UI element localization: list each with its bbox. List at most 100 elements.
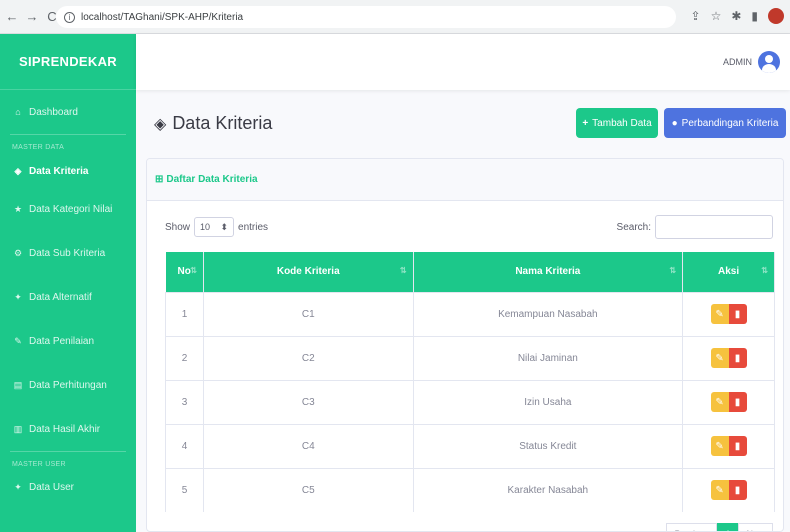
- home-icon: ⌂: [15, 107, 21, 117]
- add-data-button[interactable]: + Tambah Data: [576, 108, 658, 138]
- entries-select[interactable]: 10 ⬍: [194, 217, 235, 237]
- delete-icon[interactable]: ▮: [728, 304, 747, 324]
- back-icon[interactable]: ←: [4, 9, 20, 24]
- cog-icon: ⚙: [13, 247, 23, 258]
- edit-icon[interactable]: ✎: [710, 348, 729, 368]
- edit-icon[interactable]: ✎: [710, 480, 729, 501]
- column-header-label: Aksi: [717, 266, 740, 278]
- table-row: 1 C1 Kemampuan Nasabah ✎ ▮: [165, 291, 775, 336]
- sidebar: SIPRENDEKAR ⌂ Dashboard MASTER DATA ◈ Da…: [0, 34, 136, 532]
- address-bar[interactable]: i localhost/TAGhani/SPK-AHP/Kriteria: [56, 6, 676, 28]
- column-header-aksi[interactable]: Aksi ⇅: [682, 252, 775, 292]
- cell-no: 3: [165, 379, 204, 424]
- card-header: ⊞ Daftar Data Kriteria: [147, 159, 783, 201]
- edit-icon[interactable]: ✎: [710, 436, 729, 456]
- cube-icon: ◈: [154, 115, 167, 133]
- page-title-text: Data Kriteria: [172, 113, 273, 133]
- browser-toolbar: ← → C i localhost/TAGhani/SPK-AHP/Kriter…: [0, 0, 790, 34]
- user-avatar-icon[interactable]: [758, 51, 780, 73]
- table-row: 3 C3 Izin Usaha ✎ ▮: [165, 379, 775, 424]
- sort-icon: ⇅: [399, 266, 407, 275]
- cell-kode: C4: [203, 423, 414, 468]
- sidebar-divider: [10, 134, 126, 135]
- sidebar-divider: [10, 451, 126, 452]
- sidebar-item-dashboard[interactable]: ⌂ Dashboard: [0, 90, 136, 134]
- pagination-page[interactable]: 1: [717, 523, 739, 531]
- sidebar-item-label: Data Sub Kriteria: [29, 247, 106, 259]
- delete-icon[interactable]: ▮: [728, 392, 747, 412]
- profile-avatar[interactable]: [768, 8, 784, 24]
- cell-kode: C5: [203, 467, 414, 512]
- bookmark-star-icon[interactable]: ☆: [711, 9, 722, 23]
- compare-criteria-button[interactable]: ● Perbandingan Kriteria: [664, 108, 786, 138]
- user-name[interactable]: ADMIN: [723, 57, 752, 67]
- entries-control: Show 10 ⬍ entries: [165, 217, 268, 237]
- share-icon[interactable]: ⇪: [691, 9, 701, 23]
- cell-nama: Status Kredit: [413, 423, 684, 468]
- sort-icon: ⇅: [761, 266, 768, 275]
- edit-icon[interactable]: ✎: [710, 392, 729, 412]
- column-header-label: Kode Kriteria: [276, 266, 340, 278]
- pagination: Previous 1 Next: [666, 523, 773, 531]
- page-title: ◈ Data Kriteria: [154, 113, 272, 134]
- cell-aksi: ✎ ▮: [682, 423, 775, 468]
- sidebar-item-alternatif[interactable]: ✦ Data Alternatif: [0, 275, 136, 319]
- sort-icon: ⇅: [190, 266, 197, 275]
- address-url[interactable]: localhost/TAGhani/SPK-AHP/Kriteria: [81, 12, 243, 23]
- users-icon: ✦: [14, 291, 22, 302]
- sidebar-item-kategori-nilai[interactable]: ★ Data Kategori Nilai: [0, 187, 136, 231]
- cell-no: 5: [165, 467, 204, 512]
- criteria-table: No ⇅ Kode Kriteria ⇅ Nama Kriteria ⇅ Aksi ⇅ …: [165, 252, 775, 512]
- sidebar-item-kriteria[interactable]: ◈ Data Kriteria: [0, 155, 136, 187]
- sidebar-item-label: Data Perhitungan: [29, 379, 107, 391]
- topbar: ADMIN: [136, 34, 790, 90]
- sidebar-heading-master: MASTER DATA: [12, 144, 65, 151]
- star-icon: ★: [13, 203, 23, 214]
- cell-kode: C1: [203, 291, 414, 336]
- search-input[interactable]: [655, 215, 773, 239]
- sidebar-item-sub-kriteria[interactable]: ⚙ Data Sub Kriteria: [0, 231, 136, 275]
- pagination-next[interactable]: Next: [738, 523, 773, 531]
- cell-nama: Karakter Nasabah: [413, 467, 684, 512]
- sidebar-item-hasil-akhir[interactable]: ▥ Data Hasil Akhir: [0, 407, 136, 451]
- edit-icon: ✎: [14, 335, 22, 346]
- sidebar-item-label: Data Hasil Akhir: [29, 423, 101, 435]
- cell-kode: C3: [203, 379, 414, 424]
- sidebar-item-label: Dashboard: [29, 106, 78, 118]
- entries-select-value: 10: [200, 222, 211, 232]
- sidebar-item-label: Data Kriteria: [29, 165, 89, 177]
- delete-icon[interactable]: ▮: [728, 436, 747, 456]
- table-icon: ⊞: [155, 174, 164, 185]
- sidebar-item-data-user[interactable]: ✦ Data User: [0, 472, 136, 502]
- search-control: Search:: [617, 215, 773, 239]
- column-header-nama[interactable]: Nama Kriteria ⇅: [413, 252, 684, 292]
- extensions-icon[interactable]: ✱: [731, 9, 741, 23]
- tab-icon[interactable]: ▮: [751, 9, 758, 23]
- sidebar-item-label: Data Alternatif: [29, 291, 92, 303]
- column-header-no[interactable]: No ⇅: [165, 252, 204, 292]
- sidebar-item-label: Data Penilaian: [29, 335, 95, 347]
- column-header-label: No: [177, 266, 191, 278]
- eye-icon: ●: [671, 117, 678, 129]
- select-arrow-icon: ⬍: [220, 221, 229, 232]
- delete-icon[interactable]: ▮: [728, 348, 747, 368]
- sidebar-item-perhitungan[interactable]: ▤ Data Perhitungan: [0, 363, 136, 407]
- entries-label: entries: [238, 221, 269, 233]
- table-row: 2 C2 Nilai Jaminan ✎ ▮: [165, 335, 775, 380]
- sidebar-heading-user: MASTER USER: [12, 461, 66, 468]
- column-header-kode[interactable]: Kode Kriteria ⇅: [203, 252, 414, 292]
- sidebar-brand[interactable]: SIPRENDEKAR: [0, 34, 136, 90]
- criteria-card: ⊞ Daftar Data Kriteria Show 10 ⬍ entries…: [146, 158, 784, 532]
- cube-icon: ◈: [14, 165, 22, 176]
- pagination-previous[interactable]: Previous: [666, 523, 718, 531]
- sidebar-item-penilaian[interactable]: ✎ Data Penilaian: [0, 319, 136, 363]
- edit-icon[interactable]: ✎: [710, 304, 729, 324]
- site-info-icon[interactable]: i: [64, 11, 75, 23]
- cell-no: 4: [165, 423, 204, 468]
- delete-icon[interactable]: ▮: [728, 480, 747, 501]
- show-label: Show: [165, 221, 191, 233]
- search-label: Search:: [616, 221, 651, 233]
- forward-icon[interactable]: →: [24, 9, 40, 24]
- add-data-label: Tambah Data: [592, 117, 652, 129]
- table-row: 4 C4 Status Kredit ✎ ▮: [165, 423, 775, 468]
